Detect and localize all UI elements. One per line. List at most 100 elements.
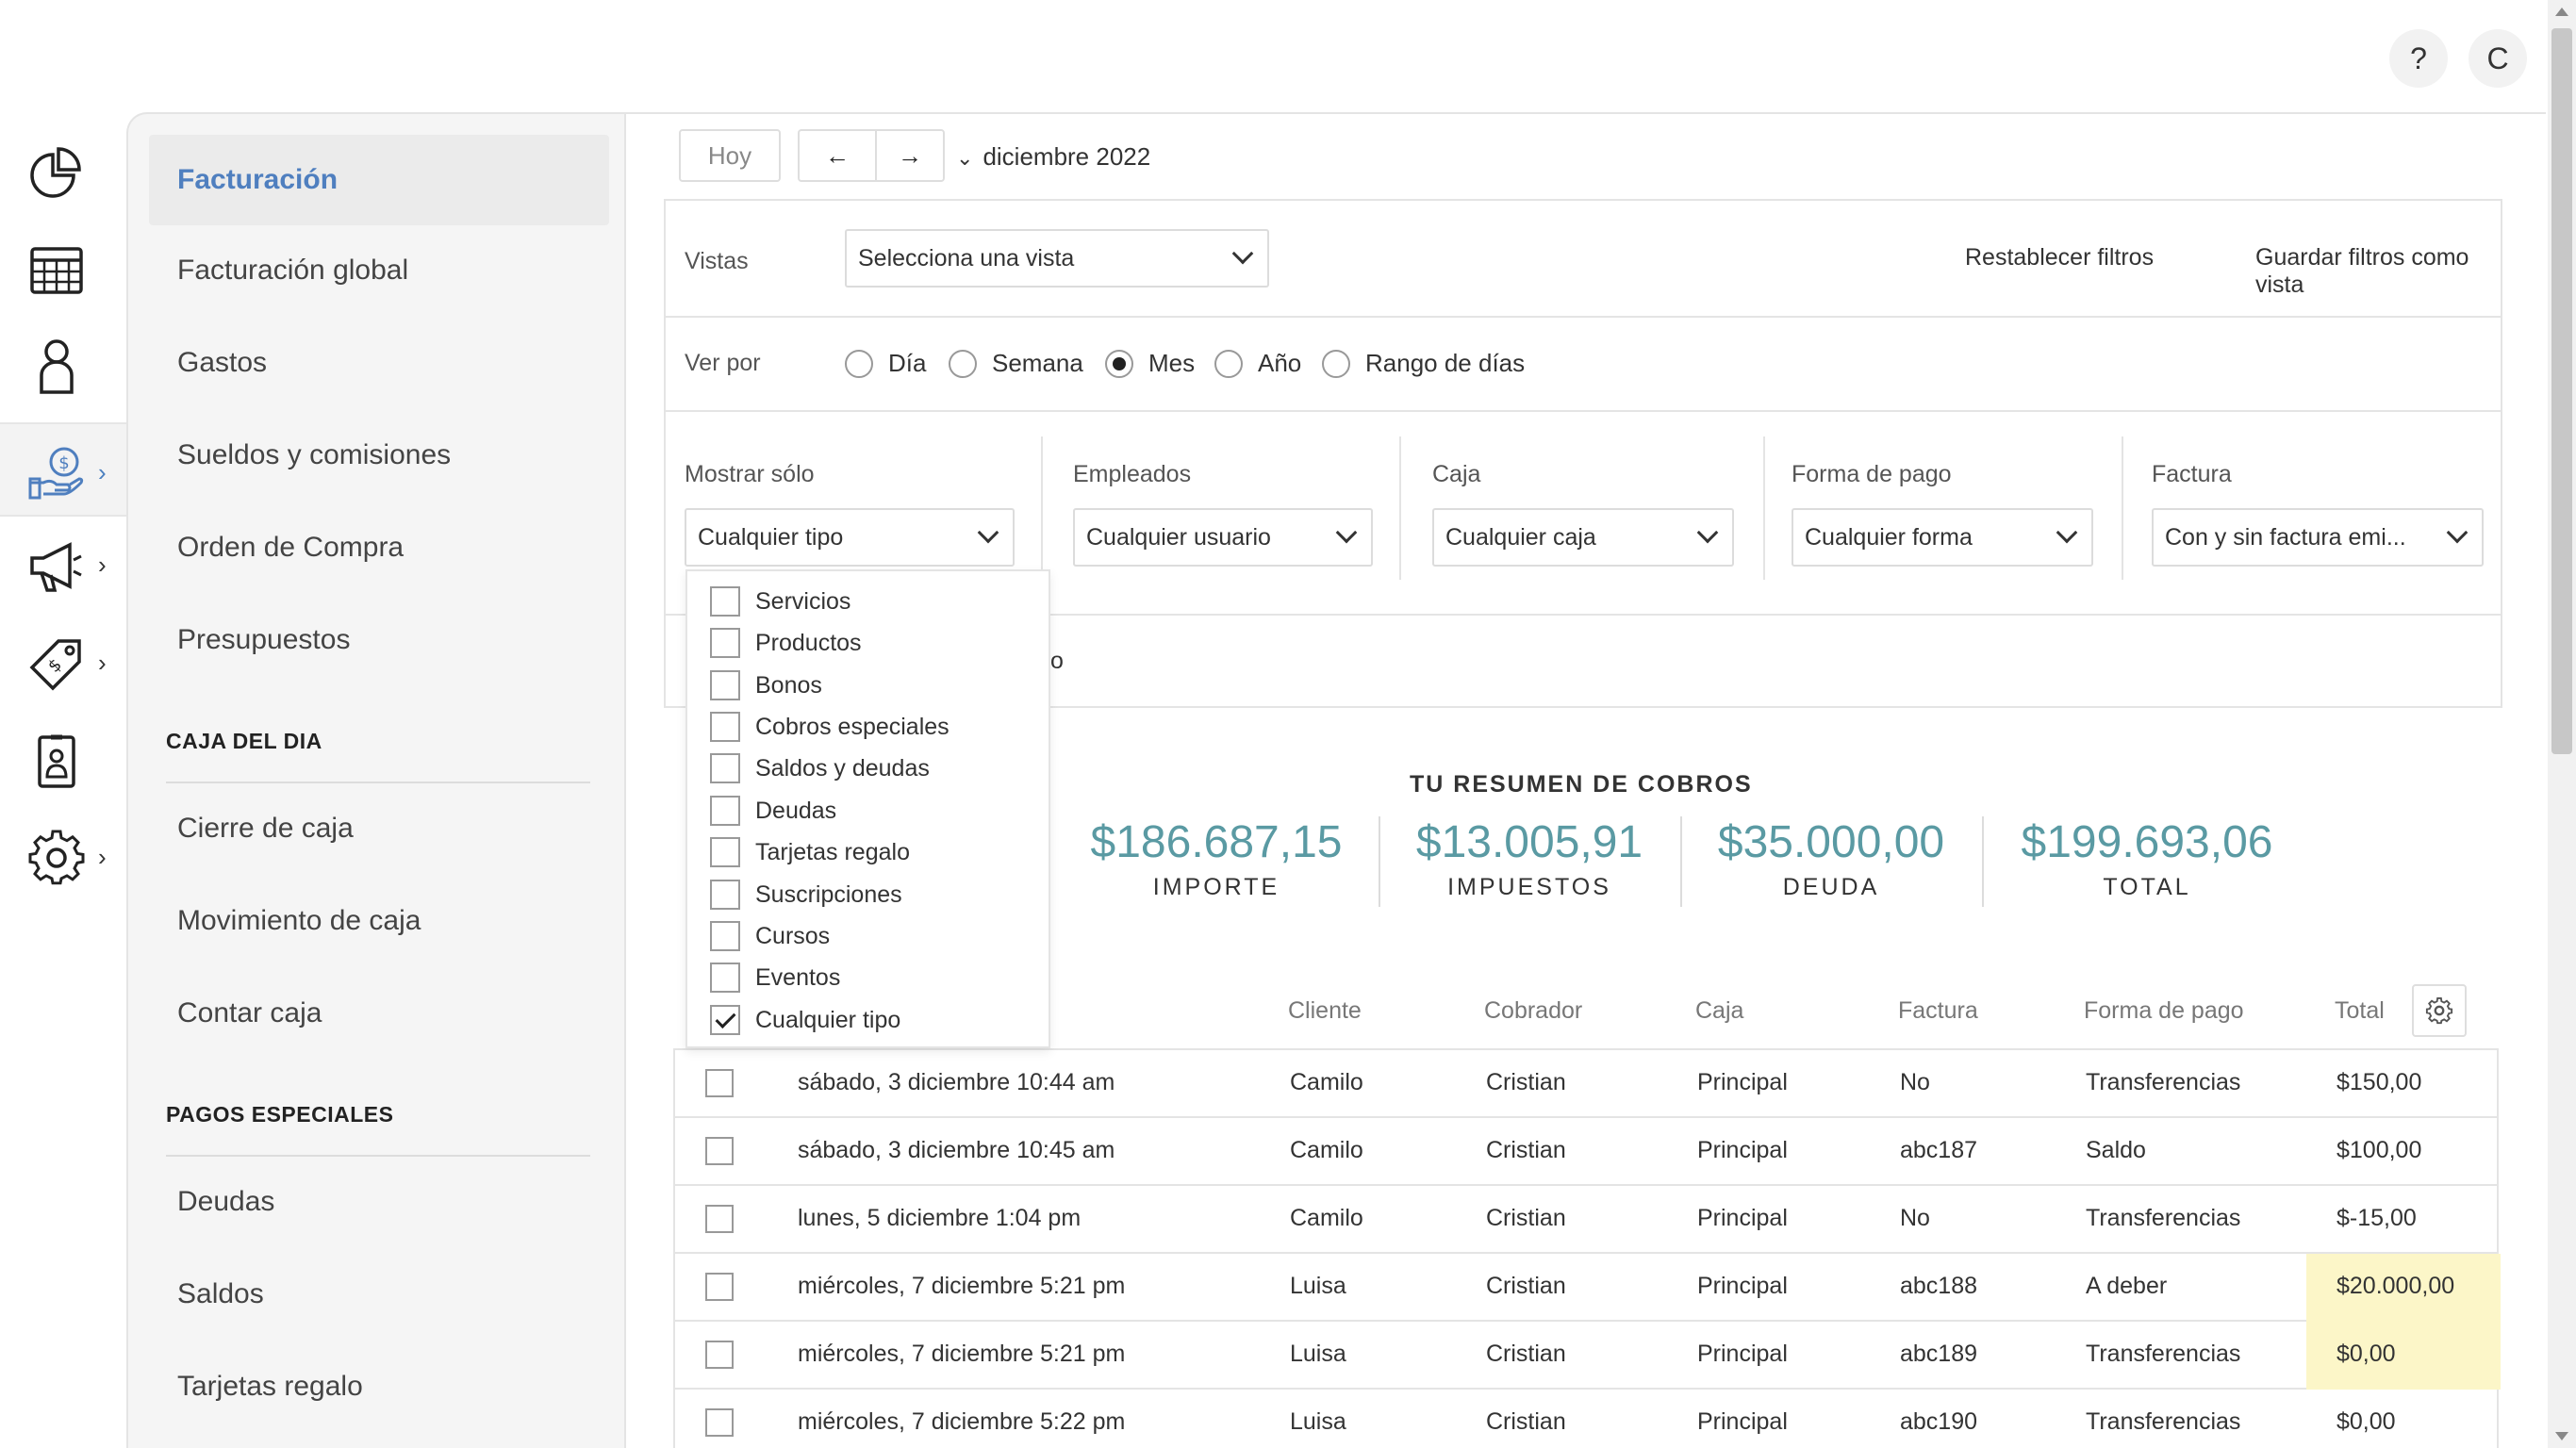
- table-settings-button[interactable]: [2412, 984, 2467, 1037]
- help-button[interactable]: ?: [2389, 29, 2448, 88]
- dropdown-option-deudas[interactable]: Deudas: [710, 792, 836, 830]
- table-row[interactable]: miércoles, 7 diciembre 5:21 pm Luisa Cri…: [675, 1322, 2501, 1390]
- dropdown-option-bonos[interactable]: Bonos: [710, 666, 822, 704]
- user-avatar-button[interactable]: C: [2469, 29, 2527, 88]
- rail-item-pricing[interactable]: $ ›: [0, 615, 126, 709]
- checkbox[interactable]: [710, 963, 740, 993]
- checkbox[interactable]: [710, 586, 740, 617]
- radio-ano[interactable]: Año: [1214, 349, 1301, 378]
- column-header-total[interactable]: Total: [2335, 997, 2385, 1025]
- sidebar-item-orden-compra[interactable]: Orden de Compra: [149, 502, 609, 593]
- row-checkbox[interactable]: [705, 1069, 734, 1097]
- column-header-forma-pago[interactable]: Forma de pago: [2084, 997, 2244, 1025]
- payment-select[interactable]: Cualquier forma: [1792, 508, 2093, 567]
- checkbox[interactable]: [710, 921, 740, 951]
- row-checkbox[interactable]: [705, 1205, 734, 1233]
- reset-filters-link[interactable]: Restablecer filtros: [1965, 244, 2154, 272]
- dropdown-option-cobros-especiales[interactable]: Cobros especiales: [710, 708, 949, 746]
- row-checkbox[interactable]: [705, 1137, 734, 1165]
- sidebar-item-sueldos[interactable]: Sueldos y comisiones: [149, 410, 609, 501]
- stat-deuda: $35.000,00 DEUDA: [1699, 816, 1963, 901]
- prev-month-button[interactable]: ←: [798, 129, 877, 182]
- sidebar-item-facturacion-global[interactable]: Facturación global: [149, 225, 609, 316]
- chevron-down-icon: [1335, 521, 1358, 544]
- stat-value: $199.693,06: [2021, 817, 2273, 867]
- radio-circle[interactable]: [1322, 349, 1350, 378]
- rail-item-settings[interactable]: ›: [0, 809, 126, 903]
- checkbox-checked[interactable]: [710, 1005, 740, 1035]
- today-button[interactable]: Hoy: [679, 129, 781, 182]
- dropdown-option-productos[interactable]: Productos: [710, 624, 862, 662]
- column-header-cobrador[interactable]: Cobrador: [1484, 997, 1582, 1025]
- scroll-up-icon[interactable]: [2555, 8, 2568, 16]
- radio-circle[interactable]: [1214, 349, 1243, 378]
- radio-mes[interactable]: Mes: [1105, 349, 1195, 378]
- page-scrollbar[interactable]: [2548, 0, 2576, 1448]
- rail-item-calendar[interactable]: [0, 221, 126, 315]
- save-view-link[interactable]: Guardar filtros como vista: [2255, 244, 2501, 299]
- checkbox[interactable]: [710, 837, 740, 867]
- radio-label: Año: [1258, 349, 1302, 377]
- checkbox[interactable]: [710, 670, 740, 700]
- table-row[interactable]: miércoles, 7 diciembre 5:21 pm Luisa Cri…: [675, 1254, 2501, 1322]
- table-row[interactable]: miércoles, 7 diciembre 5:22 pm Luisa Cri…: [675, 1390, 2497, 1448]
- scroll-thumb[interactable]: [2551, 28, 2572, 754]
- row-checkbox[interactable]: [705, 1408, 734, 1437]
- column-header-factura[interactable]: Factura: [1898, 997, 1978, 1025]
- dropdown-option-saldos-deudas[interactable]: Saldos y deudas: [710, 749, 930, 787]
- cash-select[interactable]: Cualquier caja: [1432, 508, 1734, 567]
- radio-dia[interactable]: Día: [845, 349, 926, 378]
- chevron-right-icon: ›: [98, 458, 107, 486]
- sidebar-item-facturacion[interactable]: Facturación: [149, 135, 609, 225]
- rail-item-staff[interactable]: [0, 713, 126, 807]
- sidebar-item-presupuestos[interactable]: Presupuestos: [149, 595, 609, 685]
- invoice-label: Factura: [2152, 461, 2232, 487]
- next-month-button[interactable]: →: [875, 129, 945, 182]
- dropdown-option-eventos[interactable]: Eventos: [710, 959, 840, 996]
- radio-rango-dias[interactable]: Rango de días: [1322, 349, 1525, 378]
- column-header-cliente[interactable]: Cliente: [1288, 997, 1362, 1025]
- dropdown-option-suscripciones[interactable]: Suscripciones: [710, 876, 902, 913]
- show-only-select[interactable]: Cualquier tipo: [685, 508, 1015, 567]
- radio-circle[interactable]: [845, 349, 873, 378]
- divider: [1680, 816, 1682, 907]
- sidebar-item-deudas[interactable]: Deudas: [149, 1157, 609, 1247]
- cell-invoice: abc189: [1900, 1341, 1978, 1367]
- radio-circle[interactable]: [949, 349, 977, 378]
- rail-item-marketing[interactable]: ›: [0, 517, 126, 611]
- checkbox[interactable]: [710, 712, 740, 742]
- checkbox[interactable]: [710, 796, 740, 826]
- sidebar-item-movimiento-caja[interactable]: Movimiento de caja: [149, 876, 609, 966]
- sidebar-item-gastos[interactable]: Gastos: [149, 318, 609, 408]
- option-label: Saldos y deudas: [755, 754, 930, 782]
- month-selector[interactable]: ⌄ diciembre 2022: [956, 142, 1150, 172]
- table-row[interactable]: sábado, 3 diciembre 10:45 am Camilo Cris…: [675, 1118, 2497, 1186]
- checkbox[interactable]: [710, 880, 740, 910]
- employees-select[interactable]: Cualquier usuario: [1073, 508, 1373, 567]
- sidebar-item-saldos[interactable]: Saldos: [149, 1249, 609, 1340]
- radio-semana[interactable]: Semana: [949, 349, 1083, 378]
- dropdown-option-cualquier-tipo[interactable]: Cualquier tipo: [710, 1001, 900, 1039]
- dropdown-option-cursos[interactable]: Cursos: [710, 917, 830, 955]
- sidebar-item-contar-caja[interactable]: Contar caja: [149, 968, 609, 1059]
- scroll-down-icon[interactable]: [2555, 1432, 2568, 1440]
- radio-circle[interactable]: [1105, 349, 1133, 378]
- column-header-caja[interactable]: Caja: [1695, 997, 1743, 1025]
- sidebar-item-cierre-caja[interactable]: Cierre de caja: [149, 783, 609, 874]
- dropdown-option-servicios[interactable]: Servicios: [710, 583, 850, 620]
- sidebar-item-tarjetas-regalo[interactable]: Tarjetas regalo: [149, 1341, 609, 1432]
- row-checkbox[interactable]: [705, 1341, 734, 1369]
- chevron-down-icon: [1231, 242, 1254, 265]
- table-row[interactable]: sábado, 3 diciembre 10:44 am Camilo Cris…: [675, 1050, 2497, 1118]
- views-select[interactable]: Selecciona una vista: [845, 229, 1269, 288]
- checkbox[interactable]: [710, 628, 740, 658]
- table-row[interactable]: lunes, 5 diciembre 1:04 pm Camilo Cristi…: [675, 1186, 2497, 1254]
- rail-item-clients[interactable]: [0, 317, 126, 411]
- rail-item-finance[interactable]: $ ›: [0, 422, 126, 517]
- rail-item-reports[interactable]: [0, 124, 126, 219]
- dropdown-option-tarjetas-regalo[interactable]: Tarjetas regalo: [710, 833, 910, 871]
- invoice-select[interactable]: Con y sin factura emi...: [2152, 508, 2484, 567]
- row-checkbox[interactable]: [705, 1273, 734, 1301]
- checkbox[interactable]: [710, 753, 740, 783]
- svg-text:$: $: [44, 655, 66, 677]
